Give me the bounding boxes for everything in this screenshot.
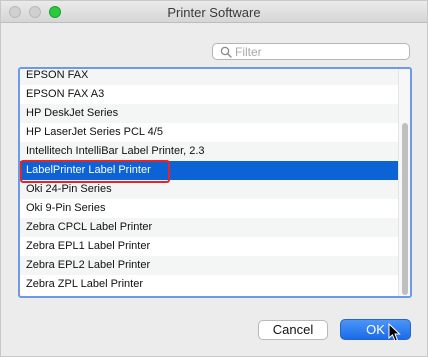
list-item-selected[interactable]: LabelPrinter Label Printer — [20, 161, 400, 180]
title-bar[interactable]: Printer Software — [1, 1, 427, 23]
filter-field[interactable] — [212, 43, 410, 60]
window-title: Printer Software — [167, 5, 261, 20]
search-icon — [220, 46, 232, 58]
list-item[interactable]: Zebra EPL1 Label Printer — [20, 237, 400, 256]
cancel-button[interactable]: Cancel — [258, 320, 328, 340]
list-item[interactable]: Oki 24-Pin Series — [20, 180, 400, 199]
list-item[interactable]: Zebra CPCL Label Printer — [20, 218, 400, 237]
printer-list-rows: EPSON FAX EPSON FAX A3 HP DeskJet Series HP… — [20, 69, 400, 294]
list-item[interactable]: HP DeskJet Series — [20, 104, 400, 123]
list-item[interactable]: Oki 9-Pin Series — [20, 199, 400, 218]
list-item[interactable]: Zebra ZPL Label Printer — [20, 275, 400, 294]
list-item[interactable]: EPSON FAX A3 — [20, 85, 400, 104]
list-scrollbar[interactable] — [398, 69, 410, 296]
list-item[interactable]: HP LaserJet Series PCL 4/5 — [20, 123, 400, 142]
printer-software-dialog: Printer Software EPSON FAXEPSON FAX A3HP… — [0, 0, 428, 357]
mouse-pointer-icon — [388, 323, 401, 342]
list-item[interactable]: Zebra EPL2 Label Printer — [20, 256, 400, 275]
list-item[interactable]: EPSON FAX — [20, 69, 400, 85]
printer-list[interactable]: EPSON FAX EPSON FAX A3 HP DeskJet Series HP… — [18, 67, 412, 298]
scrollbar-thumb[interactable] — [402, 123, 408, 295]
filter-input[interactable] — [235, 44, 405, 59]
list-item[interactable]: Intellitech IntelliBar Label Printer, 2.… — [20, 142, 400, 161]
